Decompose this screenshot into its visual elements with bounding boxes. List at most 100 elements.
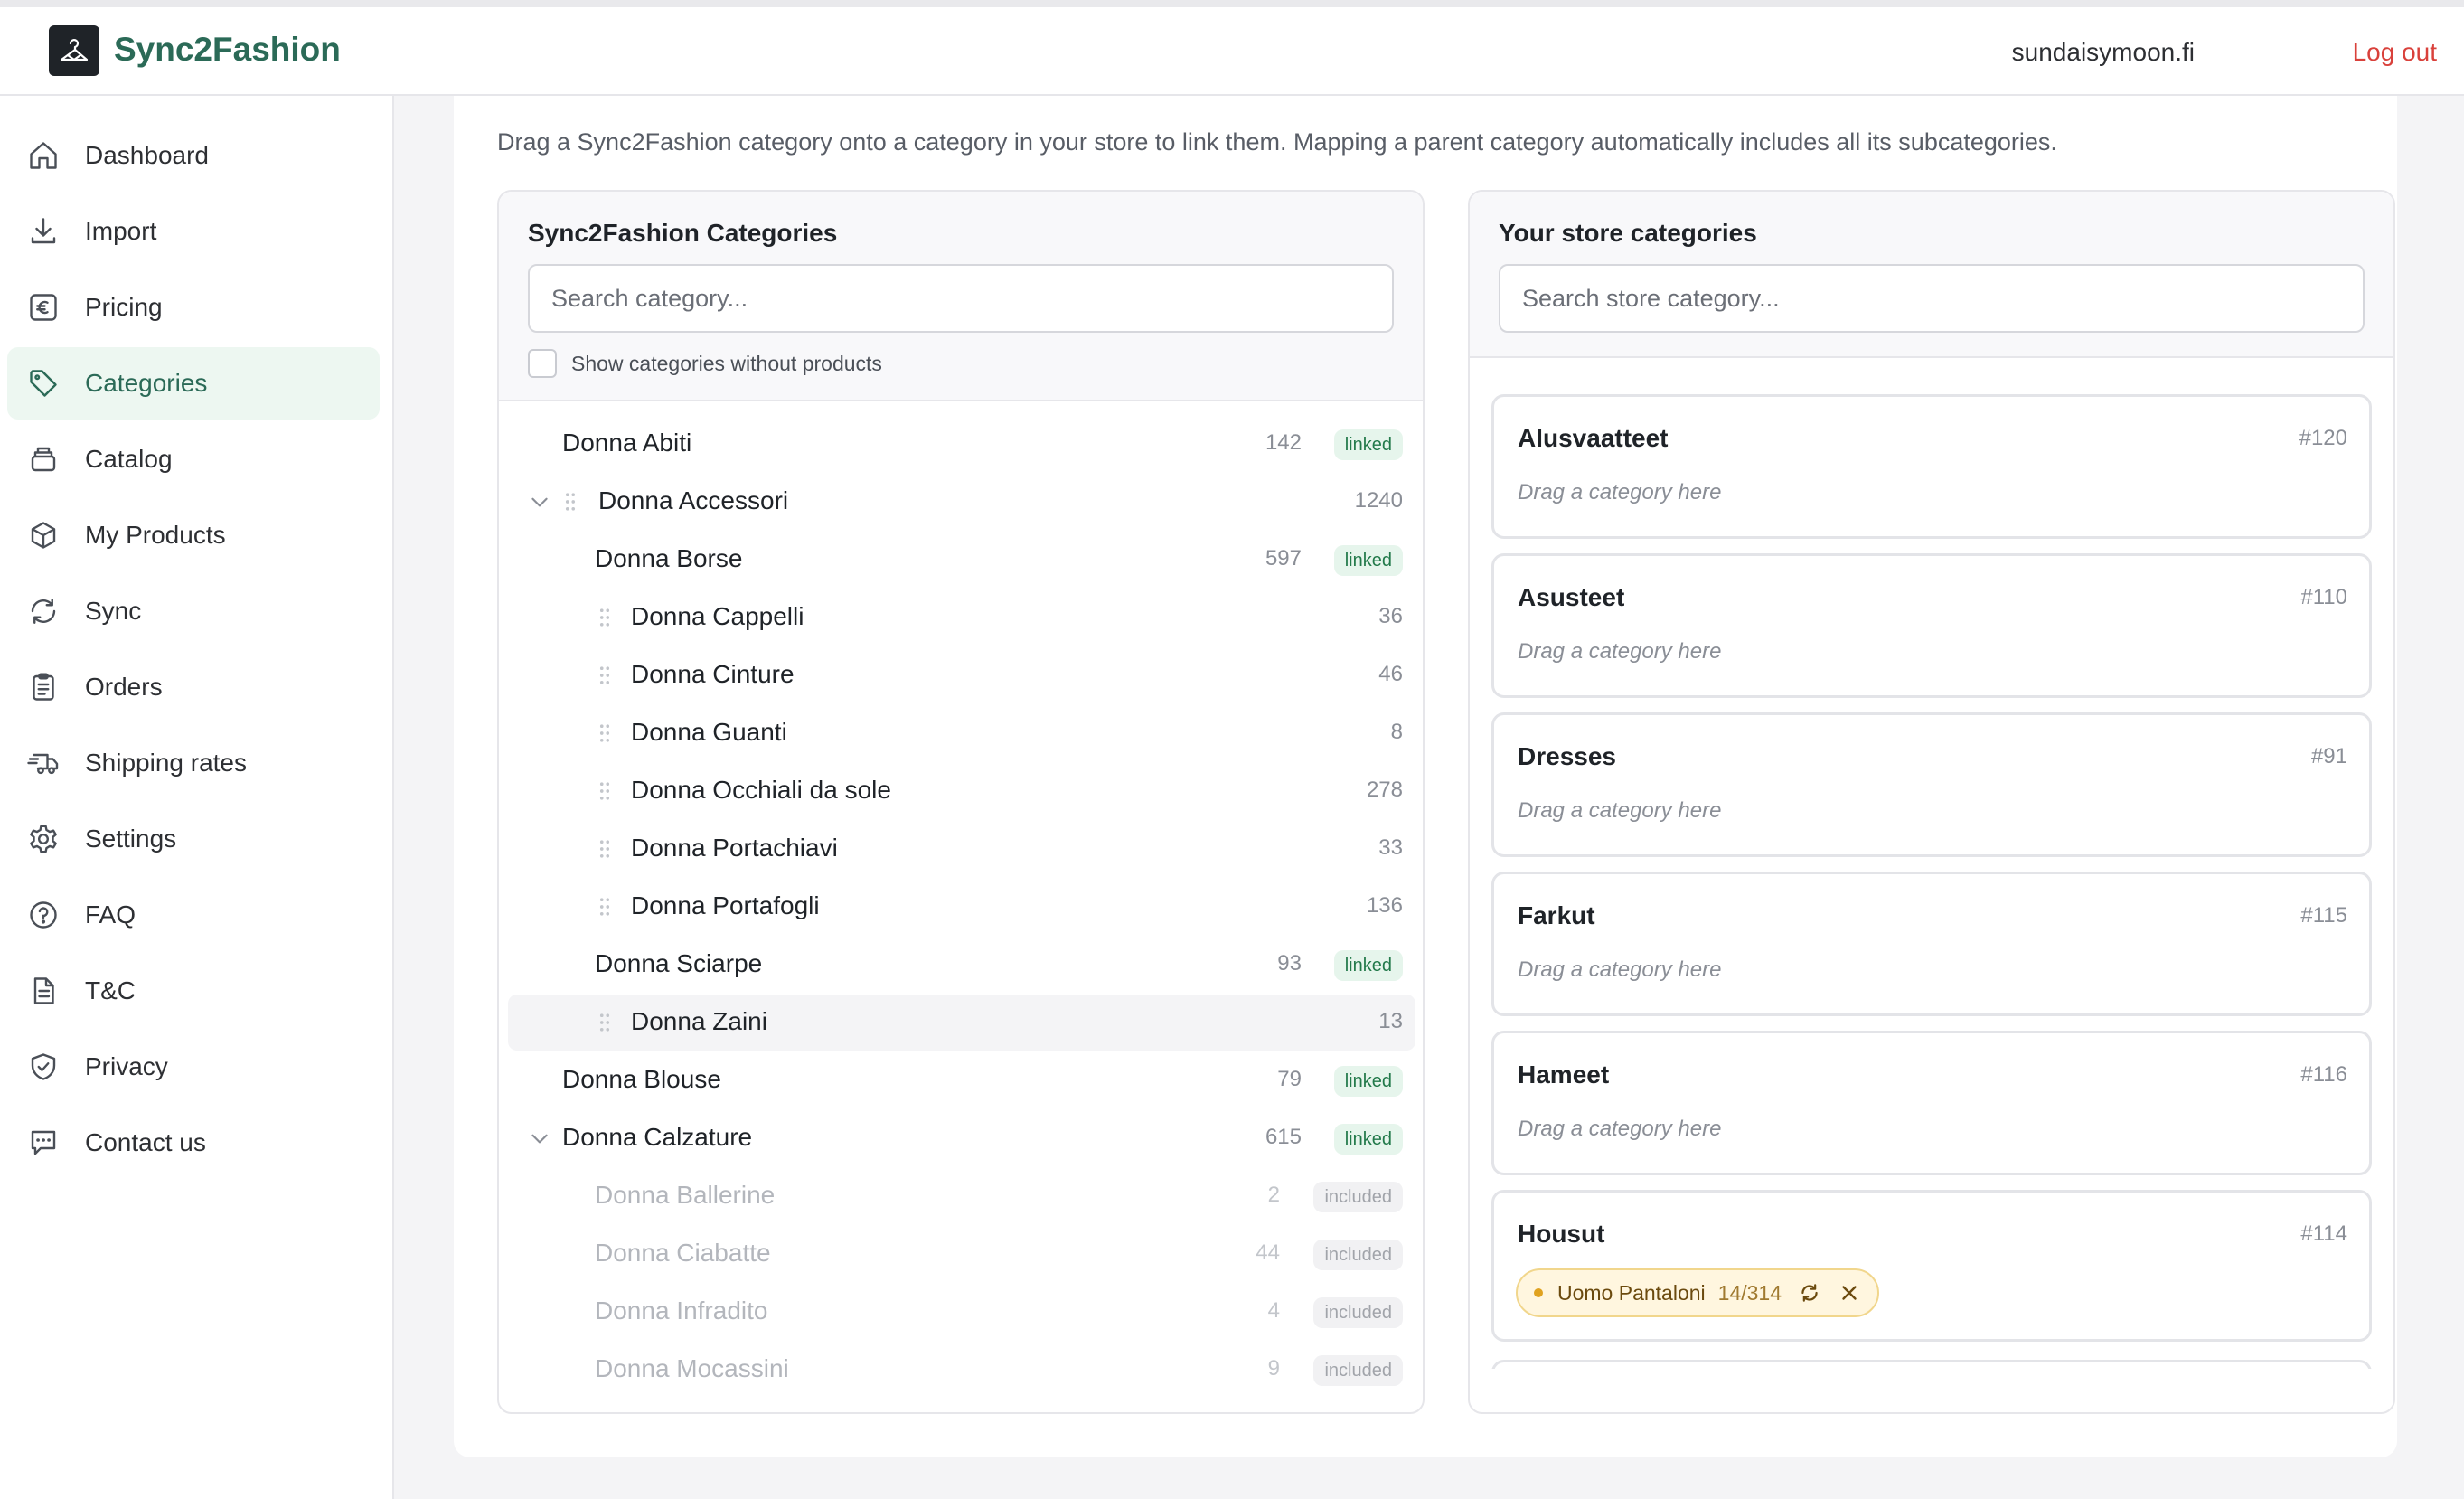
sidebar-item-categories[interactable]: Categories [7,347,380,420]
category-name: Donna Borse [595,544,743,572]
category-row[interactable]: Donna Abiti 142 linked [508,416,1415,472]
store-category-list[interactable]: Alusvaatteet #120 Drag a category here A… [1470,360,2393,1369]
logout-link[interactable]: Log out [2353,38,2437,67]
download-icon [31,218,56,244]
category-row[interactable]: Donna Portafogli 136 [508,879,1415,935]
store-category-id: #120 [2299,426,2347,450]
category-name: Donna Accessori [598,486,789,514]
product-count: 79 [1277,1067,1302,1091]
sidebar-item-sync[interactable]: Sync [7,575,380,647]
instructions-text: Drag a Sync2Fashion category onto a cate… [497,128,2057,156]
sidebar-item-catalog[interactable]: Catalog [7,423,380,495]
drag-handle-icon[interactable] [564,490,577,514]
category-name: Donna Ciabatte [595,1239,771,1267]
drag-handle-icon[interactable] [598,895,611,919]
drop-zone-hint: Drag a category here [1518,1117,1722,1141]
drag-handle-icon[interactable] [598,606,611,629]
brand-name[interactable]: Sync2Fashion [114,31,341,69]
chevron-down-icon[interactable] [528,490,551,514]
category-row[interactable]: Donna Blouse 79 linked [508,1052,1415,1108]
mapped-category-name: Uomo Pantaloni [1557,1280,1706,1305]
sidebar-item-label: FAQ [85,900,136,929]
sidebar-item-my-products[interactable]: My Products [7,499,380,571]
store-category-card[interactable]: Farkut #115 Drag a category here [1491,872,2372,1016]
drag-handle-icon[interactable] [598,664,611,687]
panel-header: Sync2Fashion Categories Show categories … [499,192,1423,401]
category-row[interactable]: Donna Occhiali da sole 278 [508,763,1415,819]
sidebar-item-orders[interactable]: Orders [7,651,380,723]
linked-badge: linked [1333,1066,1403,1097]
panel-title: Sync2Fashion Categories [528,219,838,247]
store-category-card[interactable]: Hameet #116 Drag a category here [1491,1031,2372,1175]
drop-zone-hint: Drag a category here [1518,639,1722,664]
linked-badge: linked [1333,545,1403,576]
home-icon [30,142,57,169]
shield-icon [31,1053,56,1080]
mapped-category-chip[interactable]: Uomo Pantaloni 14/314 [1516,1268,1880,1317]
category-name: Donna Blouse [562,1065,721,1093]
drag-handle-icon[interactable] [598,779,611,803]
sidebar: Dashboard Import Pricing Categories Cata… [0,96,394,1499]
category-name: Donna Cinture [631,660,795,688]
close-icon[interactable] [1838,1281,1861,1305]
hanger-logo-icon[interactable] [49,25,99,76]
sidebar-item-label: Privacy [85,1052,168,1080]
category-row: Donna Infradito 4 included [508,1284,1415,1340]
product-count: 4 [1267,1298,1280,1323]
category-row[interactable]: Donna Cappelli 36 [508,589,1415,646]
box-icon [31,522,56,549]
panel-title: Your store categories [1499,219,1757,247]
sidebar-item-tc[interactable]: T&C [7,955,380,1027]
sidebar-item-privacy[interactable]: Privacy [7,1031,380,1103]
sidebar-item-import[interactable]: Import [7,195,380,268]
sidebar-item-pricing[interactable]: Pricing [7,271,380,344]
refresh-icon[interactable] [1798,1281,1821,1305]
mapped-count: 14/314 [1717,1280,1782,1305]
sidebar-item-settings[interactable]: Settings [7,803,380,875]
chevron-down-icon[interactable] [528,1127,551,1150]
sidebar-item-label: Categories [85,369,208,397]
store-category-name: Alusvaatteet [1518,424,1669,452]
drag-handle-icon[interactable] [598,837,611,861]
category-name: Donna Mocassini [595,1354,789,1382]
status-dot [1534,1288,1543,1297]
included-badge: included [1313,1297,1403,1328]
store-category-search-input[interactable] [1499,264,2365,333]
sidebar-item-faq[interactable]: FAQ [7,879,380,951]
checkbox[interactable] [528,349,557,378]
category-row[interactable]: Donna Portachiavi 33 [508,821,1415,877]
store-category-card[interactable] [1491,1360,2372,1369]
category-search-input[interactable] [528,264,1394,333]
store-category-card[interactable]: Dresses #91 Drag a category here [1491,712,2372,857]
category-row[interactable]: Donna Guanti 8 [508,705,1415,761]
product-count: 44 [1256,1240,1280,1265]
category-row[interactable]: Donna Borse 597 linked [508,532,1415,588]
top-border [0,0,2464,7]
store-categories-panel: Your store categories Alusvaatteet #120 … [1468,190,2395,1414]
store-category-card[interactable]: Alusvaatteet #120 Drag a category here [1491,394,2372,539]
category-row[interactable]: Donna Calzature 615 linked [508,1110,1415,1166]
drop-zone-hint: Drag a category here [1518,798,1722,823]
product-count: 142 [1265,430,1302,455]
sidebar-item-label: Sync [85,597,142,625]
help-icon [30,901,57,929]
store-category-id: #110 [2300,585,2347,609]
product-count: 13 [1378,1009,1403,1033]
sidebar-item-label: T&C [85,976,136,1004]
drag-handle-icon[interactable] [598,1011,611,1034]
tag-icon [30,370,57,397]
sidebar-item-shipping-rates[interactable]: Shipping rates [7,727,380,799]
category-row[interactable]: Donna Zaini 13 [508,995,1415,1051]
sidebar-item-label: Contact us [85,1128,206,1156]
category-row[interactable]: Donna Sciarpe 93 linked [508,937,1415,993]
sidebar-item-contact-us[interactable]: Contact us [7,1107,380,1179]
store-category-card[interactable]: Asusteet #110 Drag a category here [1491,553,2372,698]
sidebar-item-dashboard[interactable]: Dashboard [7,119,380,192]
product-count: 93 [1277,951,1302,976]
store-category-card[interactable]: Housut #114 Uomo Pantaloni 14/314 [1491,1190,2372,1342]
show-empty-categories-toggle[interactable]: Show categories without products [528,349,882,378]
drop-zone-hint: Drag a category here [1518,957,1722,982]
category-row[interactable]: Donna Cinture 46 [508,647,1415,703]
drag-handle-icon[interactable] [598,721,611,745]
category-row[interactable]: Donna Accessori 1240 [508,474,1415,530]
